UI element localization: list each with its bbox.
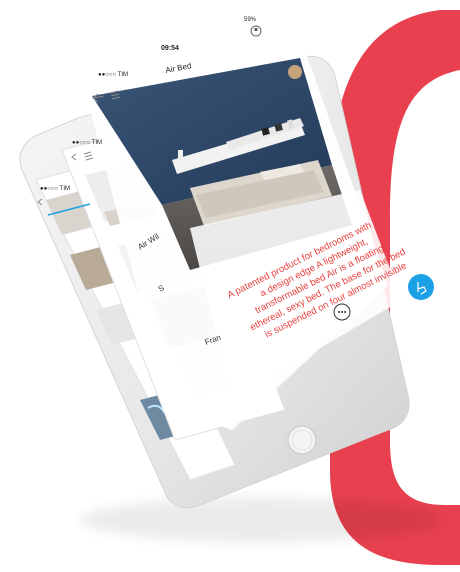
nightstand-lamp	[178, 150, 183, 164]
status-carrier-back: ●●○○○ TIM	[40, 186, 70, 192]
phone-shadow	[80, 498, 440, 542]
more-button[interactable]	[333, 303, 351, 321]
ellipsis-icon	[338, 311, 346, 313]
status-carrier-front: ●●○○○ TIM	[98, 72, 128, 78]
wall-clock	[288, 65, 302, 79]
phone-mockup: A patented product for bedrooms with a d…	[19, 17, 440, 542]
promo-stage: A patented product for bedrooms with a d…	[0, 0, 460, 572]
status-battery: 59%	[244, 17, 257, 23]
user-circle-icon[interactable]	[250, 25, 262, 37]
status-carrier-mid: ●●○○○ TIM	[72, 140, 102, 146]
status-time: 09:54	[161, 45, 179, 52]
gesture-fab-button[interactable]	[408, 274, 434, 300]
